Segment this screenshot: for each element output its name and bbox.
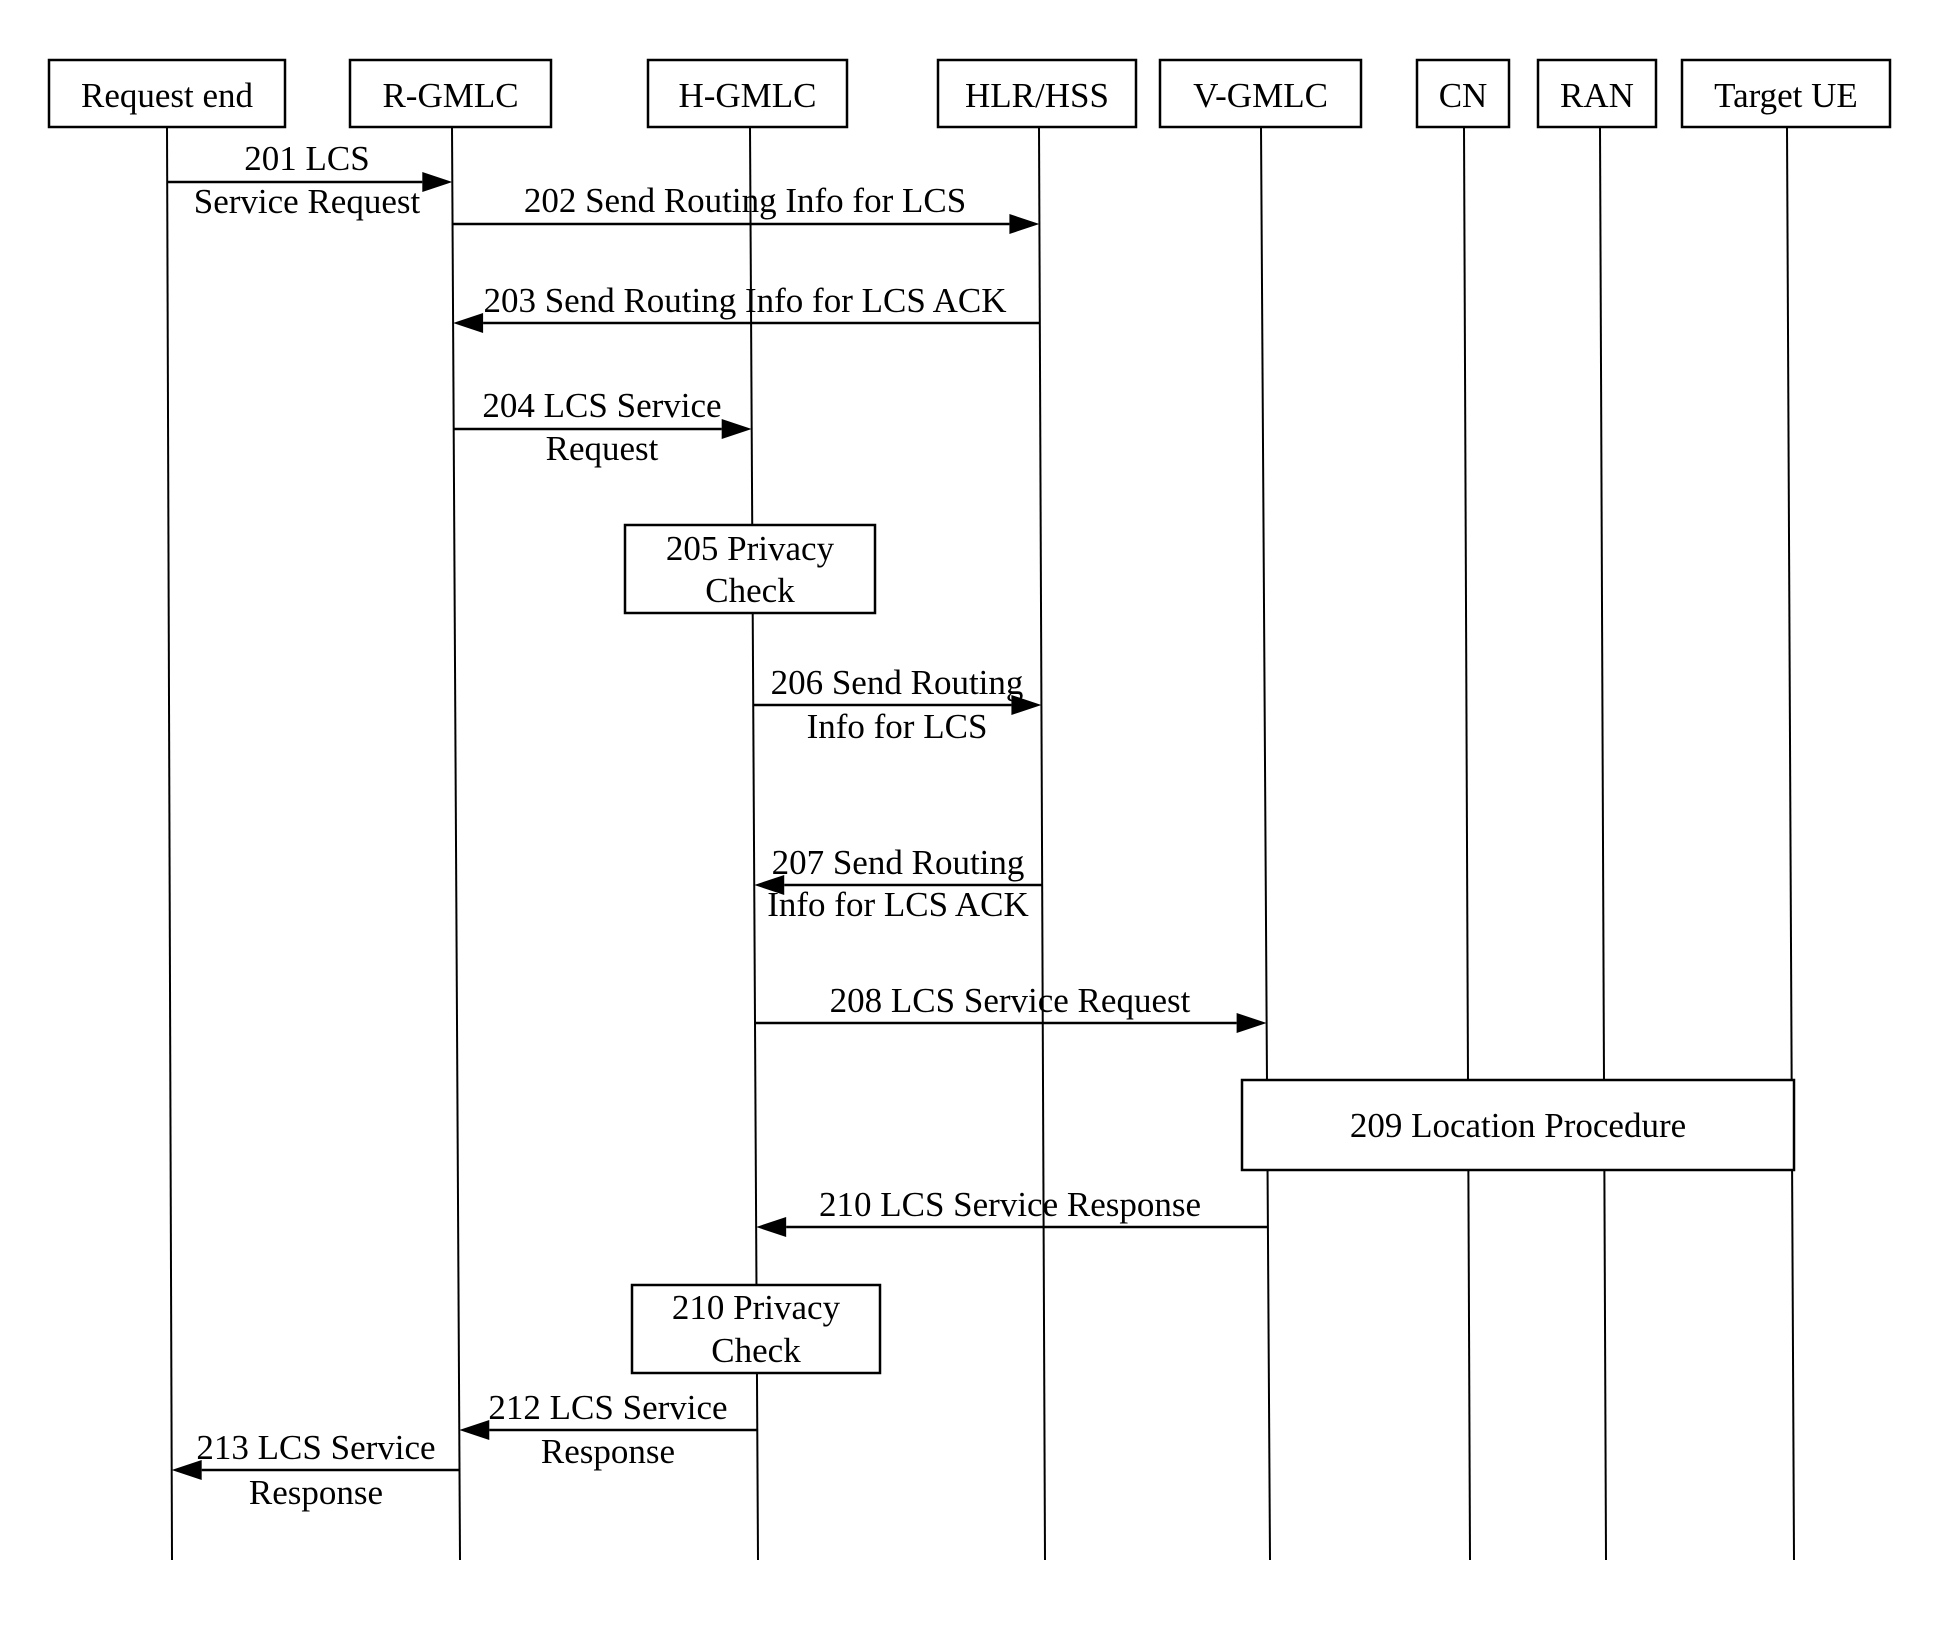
- message-label: Info for LCS ACK: [767, 885, 1029, 924]
- arrowhead-icon: [756, 1217, 787, 1237]
- participant-label-cn: CN: [1439, 76, 1488, 115]
- lifeline-ue: [1786, 126, 1795, 1561]
- lifeline-rg: [451, 126, 461, 1561]
- process-label: Check: [705, 571, 795, 610]
- message-label: 201 LCS: [244, 139, 369, 178]
- participant-label-rg: R-GMLC: [382, 76, 518, 115]
- message-label: 203 Send Routing Info for LCS ACK: [483, 281, 1006, 320]
- message-label: 204 LCS Service: [482, 386, 721, 425]
- arrowhead-icon: [721, 419, 752, 439]
- participant-label-ran: RAN: [1560, 76, 1634, 115]
- process-label: 205 Privacy: [666, 529, 835, 568]
- arrowhead-icon: [1236, 1013, 1267, 1033]
- message-label: Info for LCS: [807, 707, 988, 746]
- message-label: 213 LCS Service: [196, 1428, 435, 1467]
- message-label: 207 Send Routing: [772, 843, 1025, 882]
- lifeline-cn: [1463, 126, 1471, 1561]
- arrowhead-icon: [459, 1420, 490, 1440]
- process-label: 209 Location Procedure: [1350, 1106, 1686, 1145]
- participant-label-hlr: HLR/HSS: [965, 76, 1109, 115]
- participant-label-hg: H-GMLC: [678, 76, 816, 115]
- message-label: 212 LCS Service: [488, 1388, 727, 1427]
- lifeline-ran: [1599, 126, 1607, 1561]
- lifeline-hlr: [1038, 126, 1046, 1561]
- participant-label-vg: V-GMLC: [1193, 76, 1328, 115]
- lifeline-req: [166, 126, 173, 1561]
- arrowhead-icon: [1009, 214, 1040, 234]
- participant-label-ue: Target UE: [1714, 76, 1858, 115]
- lifeline-vg: [1260, 126, 1271, 1561]
- message-label: Response: [249, 1473, 383, 1512]
- message-label: Response: [541, 1432, 675, 1471]
- arrowhead-icon: [422, 172, 453, 192]
- message-label: Request: [546, 429, 659, 468]
- message-label: 206 Send Routing: [771, 663, 1024, 702]
- message-label: Service Request: [194, 182, 421, 221]
- message-label: 202 Send Routing Info for LCS: [524, 181, 966, 220]
- process-label: Check: [711, 1331, 801, 1370]
- process-label: 210 Privacy: [672, 1288, 841, 1327]
- participant-label-req: Request end: [81, 76, 254, 115]
- arrowhead-icon: [453, 313, 484, 333]
- sequence-diagram: Request end R-GMLC H-GMLC HLR/HSS V-GMLC CN RA…: [47, 58, 1892, 1561]
- message-label: 210 LCS Service Response: [819, 1185, 1201, 1224]
- message-label: 208 LCS Service Request: [830, 981, 1191, 1020]
